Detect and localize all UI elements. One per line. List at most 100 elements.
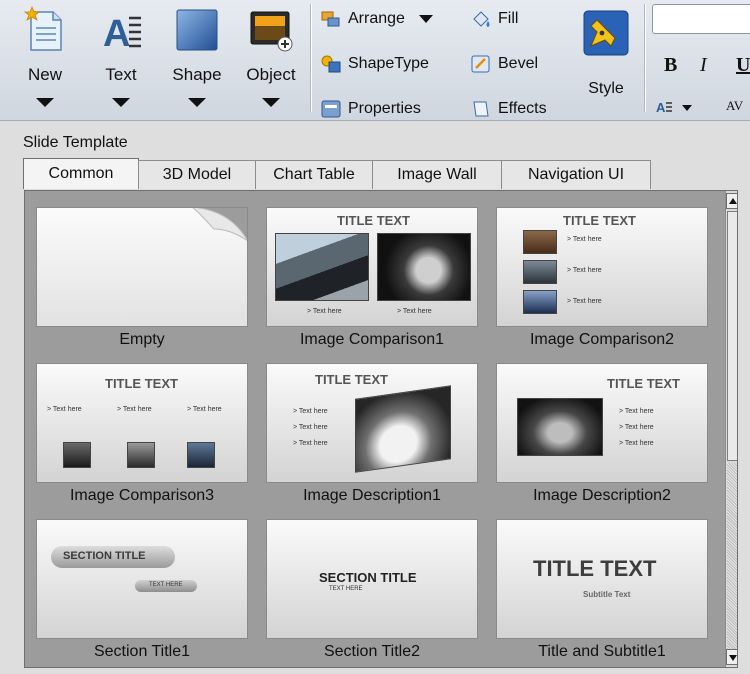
template-title-text: TITLE TEXT [337,213,410,228]
template-thumbnail: SECTION TITLE TEXT HERE [36,519,248,639]
template-section-title2[interactable]: SECTION TITLE TEXT HERE Section Title2 [266,519,478,667]
bevel-button[interactable]: Bevel [470,51,538,77]
ribbon-separator [644,4,645,112]
tab-common[interactable]: Common [23,158,139,189]
template-label: Image Description2 [533,487,671,504]
properties-label: Properties [348,100,421,117]
tab-image-wall[interactable]: Image Wall [372,160,502,189]
template-bullet: > Text here [567,267,602,274]
template-empty[interactable]: Empty [36,207,248,357]
new-dropdown-arrow[interactable] [36,98,54,107]
template-title-text: TITLE TEXT [315,372,388,387]
template-thumbnail: SECTION TITLE TEXT HERE [266,519,478,639]
font-name-input[interactable] [652,4,750,34]
template-thumbnail [36,207,248,327]
template-section-title1[interactable]: SECTION TITLE TEXT HERE Section Title1 [36,519,248,667]
text-label: Text [105,65,137,84]
svg-text:A: A [103,13,130,54]
scroll-up-button[interactable] [726,193,737,209]
template-bullet: > Text here [187,406,222,413]
effects-label: Effects [498,100,547,117]
tab-navigation-ui[interactable]: Navigation UI [501,160,651,189]
object-button[interactable]: Object [240,4,302,114]
car-photo [355,385,451,473]
shape-label: Shape [172,65,222,84]
scroll-down-button[interactable] [726,649,737,665]
car-photo [187,442,215,468]
template-bullet: > Text here [397,308,432,315]
car-photo [523,260,557,284]
line-spacing-icon[interactable]: A [656,98,696,114]
tab-3d-model[interactable]: 3D Model [138,160,256,189]
template-label: Image Comparison3 [69,487,215,504]
car-photo [63,442,91,468]
template-bullet: > Text here [293,424,328,431]
object-icon [250,11,293,52]
ribbon-toolbar: New A Text Shape Object Arrange ShapeTyp… [0,0,750,121]
template-thumbnail: TITLE TEXT > Text here > Text here > Tex… [496,363,708,483]
template-grid: Empty TITLE TEXT > Text here > Text here… [25,191,725,667]
shape-icon [176,9,218,51]
underline-button[interactable]: U [736,54,750,77]
template-bullet: > Text here [307,308,342,315]
bevel-label: Bevel [498,55,539,72]
page-curl-icon [192,208,247,241]
template-sub-text: Subtitle Text [583,590,631,599]
shape-type-icon [321,55,341,73]
new-button[interactable]: New [14,4,76,114]
template-title-text: TITLE TEXT [105,376,178,391]
template-title-text: TITLE TEXT [563,213,636,228]
shape-type-button[interactable]: ShapeType [320,51,429,77]
car-photo [377,233,471,301]
template-bullet: > Text here [117,406,152,413]
arrange-button[interactable]: Arrange [320,6,433,32]
style-button[interactable]: Style [574,6,638,110]
vertical-scrollbar[interactable] [725,191,737,667]
scrollbar-track[interactable] [727,463,737,649]
template-bullet: > Text here [293,408,328,415]
ribbon-separator [310,4,311,112]
template-image-comparison3[interactable]: TITLE TEXT > Text here > Text here > Tex… [36,363,248,513]
tab-chart-table[interactable]: Chart Table [255,160,373,189]
template-image-comparison1[interactable]: TITLE TEXT > Text here > Text here Image… [266,207,478,357]
template-bullet: > Text here [47,406,82,413]
arrange-label: Arrange [348,10,405,27]
shape-button[interactable]: Shape [166,4,228,114]
arrange-dropdown-arrow[interactable] [418,15,433,23]
template-title-text: TITLE TEXT [607,376,680,391]
template-thumbnail: TITLE TEXT > Text here > Text here > Tex… [266,363,478,483]
car-photo [517,398,603,456]
fill-button[interactable]: Fill [470,6,518,32]
scrollbar-thumb[interactable] [727,211,737,461]
template-title-text: TITLE TEXT [533,556,657,581]
template-bullet: > Text here [567,298,602,305]
car-photo [523,230,557,254]
effects-button[interactable]: Effects [470,96,547,120]
template-label: Section Title2 [323,643,421,660]
bold-button[interactable]: B [664,54,677,77]
template-label: Section Title1 [93,643,191,660]
template-thumbnail: TITLE TEXT > Text here > Text here > Tex… [36,363,248,483]
template-label: Image Comparison2 [529,331,675,348]
character-spacing-button[interactable]: AV [726,98,743,114]
properties-button[interactable]: Properties [320,96,421,120]
template-image-description1[interactable]: TITLE TEXT > Text here > Text here > Tex… [266,363,478,513]
template-label: Empty [119,331,165,348]
template-image-comparison2[interactable]: TITLE TEXT > Text here > Text here > Tex… [496,207,708,357]
italic-button[interactable]: I [700,54,707,77]
text-dropdown-arrow[interactable] [112,98,130,107]
template-thumbnail: TITLE TEXT > Text here > Text here > Tex… [496,207,708,327]
template-bullet: > Text here [619,424,654,431]
template-title-text: SECTION TITLE [319,570,417,585]
object-label: Object [246,65,296,84]
shape-dropdown-arrow[interactable] [188,98,206,107]
template-title-and-subtitle1[interactable]: TITLE TEXT Subtitle Text Title and Subti… [496,519,708,667]
pen-nib-icon [583,10,629,56]
template-label: Image Description1 [303,487,441,504]
text-button[interactable]: A Text [90,4,152,114]
object-dropdown-arrow[interactable] [262,98,280,107]
effects-icon [473,101,489,117]
template-image-description2[interactable]: TITLE TEXT > Text here > Text here > Tex… [496,363,708,513]
new-label: New [27,65,62,84]
text-icon: A [103,13,141,54]
